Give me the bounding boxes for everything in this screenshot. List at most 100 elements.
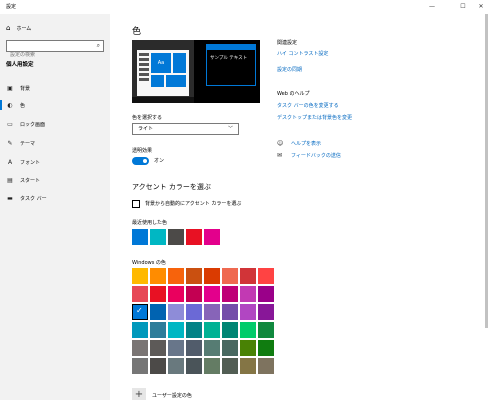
sidebar-item-themes[interactable]: ✎ テーマ: [0, 136, 110, 150]
color-swatch[interactable]: [186, 304, 202, 320]
color-swatch[interactable]: [222, 358, 238, 374]
color-swatch[interactable]: [258, 304, 274, 320]
color-swatch[interactable]: [168, 358, 184, 374]
title-bar: 設定 — ☐ ✕: [0, 0, 490, 14]
get-help-link[interactable]: ☺ ヘルプを表示: [277, 140, 321, 147]
scrollbar[interactable]: [485, 14, 488, 328]
taskbar-icon: ▬: [7, 194, 13, 202]
brush-icon: ✎: [7, 139, 13, 147]
sidebar-item-fonts[interactable]: A フォント: [0, 155, 110, 169]
sidebar-item-background[interactable]: ▣ 背景: [0, 81, 110, 95]
sync-settings-link[interactable]: 設定の同期: [277, 66, 302, 73]
color-swatch[interactable]: [186, 268, 202, 284]
search-box[interactable]: ⌕: [6, 40, 104, 60]
home-link[interactable]: ⌂ ホーム: [6, 23, 31, 33]
color-swatch[interactable]: [258, 358, 274, 374]
color-swatch[interactable]: [258, 268, 274, 284]
color-swatch[interactable]: [150, 304, 166, 320]
sidebar-item-colors[interactable]: ◐ 色: [0, 98, 110, 112]
web-help-link[interactable]: デスクトップまたは背景色を変更: [277, 114, 352, 121]
color-swatch[interactable]: [186, 322, 202, 338]
recent-color-swatch[interactable]: [186, 229, 202, 245]
recent-color-swatch[interactable]: [168, 229, 184, 245]
color-swatch[interactable]: [132, 322, 148, 338]
lock-screen-icon: ▭: [7, 120, 13, 128]
sidebar: ⌂ ホーム ⌕ 個人用設定 ▣ 背景 ◐ 色 ▭ ロック画面 ✎ テーマ A フ…: [0, 14, 110, 400]
color-swatch[interactable]: [204, 358, 220, 374]
font-icon: A: [7, 158, 13, 166]
feedback-link[interactable]: ✉ フィードバックの送信: [277, 152, 341, 159]
recent-color-swatch[interactable]: [132, 229, 148, 245]
high-contrast-link[interactable]: ハイ コントラスト設定: [277, 50, 328, 57]
color-swatch[interactable]: [132, 268, 148, 284]
color-swatch[interactable]: [204, 304, 220, 320]
sidebar-item-label: 色: [20, 102, 26, 109]
recent-color-swatch[interactable]: [150, 229, 166, 245]
sidebar-item-label: 背景: [20, 85, 31, 92]
color-swatch[interactable]: [132, 358, 148, 374]
auto-accent-checkbox[interactable]: [132, 200, 140, 208]
color-swatch[interactable]: [240, 268, 256, 284]
custom-color-button[interactable]: + ユーザー設定の色: [132, 388, 192, 400]
preview-tile: Aa: [151, 53, 171, 73]
sidebar-item-taskbar[interactable]: ▬ タスク バー: [0, 191, 110, 205]
color-swatch[interactable]: [132, 340, 148, 356]
home-label: ホーム: [16, 25, 32, 32]
color-swatch[interactable]: [240, 358, 256, 374]
color-swatch[interactable]: [240, 322, 256, 338]
color-swatch[interactable]: [222, 268, 238, 284]
related-settings-title: 関連設定: [277, 40, 298, 46]
color-swatch[interactable]: [132, 304, 148, 320]
color-swatch[interactable]: [168, 286, 184, 302]
color-swatch[interactable]: [204, 286, 220, 302]
color-swatch[interactable]: [150, 322, 166, 338]
window-title: 設定: [6, 4, 17, 10]
sidebar-item-label: フォント: [20, 159, 41, 166]
color-swatch[interactable]: [150, 286, 166, 302]
color-swatch[interactable]: [168, 322, 184, 338]
search-icon[interactable]: ⌕: [97, 42, 100, 50]
color-swatch[interactable]: [150, 340, 166, 356]
choose-color-dropdown[interactable]: ライト ﹀: [132, 123, 239, 135]
search-input[interactable]: [7, 50, 92, 60]
color-swatch[interactable]: [222, 340, 238, 356]
color-swatch[interactable]: [132, 286, 148, 302]
recent-color-swatch[interactable]: [204, 229, 220, 245]
windows-color-grid: [132, 268, 276, 374]
color-swatch[interactable]: [204, 268, 220, 284]
color-swatch[interactable]: [150, 268, 166, 284]
color-swatch[interactable]: [258, 340, 274, 356]
color-swatch[interactable]: [222, 304, 238, 320]
preview-window: サンプル テキスト: [206, 44, 256, 86]
recent-colors-label: 最近使用した色: [132, 220, 168, 226]
color-swatch[interactable]: [168, 304, 184, 320]
page-title: 色: [132, 27, 142, 37]
color-swatch[interactable]: [258, 322, 274, 338]
web-help-link[interactable]: タスク バーの色を変更する: [277, 102, 339, 109]
color-swatch[interactable]: [186, 286, 202, 302]
chevron-down-icon: ﹀: [227, 126, 233, 132]
color-swatch[interactable]: [150, 358, 166, 374]
minimize-button[interactable]: —: [423, 1, 441, 12]
color-swatch[interactable]: [240, 286, 256, 302]
transparency-toggle[interactable]: [132, 157, 149, 165]
color-swatch[interactable]: [204, 340, 220, 356]
color-swatch[interactable]: [240, 304, 256, 320]
preview-tile: [151, 75, 164, 87]
color-swatch[interactable]: [168, 340, 184, 356]
color-swatch[interactable]: [168, 268, 184, 284]
get-help-label: ヘルプを表示: [291, 141, 322, 147]
color-swatch[interactable]: [186, 340, 202, 356]
color-swatch[interactable]: [258, 286, 274, 302]
close-button[interactable]: ✕: [472, 1, 490, 12]
preview-desktop: Aa: [132, 40, 194, 103]
plus-icon: +: [132, 388, 146, 400]
sidebar-item-start[interactable]: ▤ スタート: [0, 173, 110, 187]
color-swatch[interactable]: [240, 340, 256, 356]
sidebar-item-lock-screen[interactable]: ▭ ロック画面: [0, 117, 110, 131]
color-swatch[interactable]: [204, 322, 220, 338]
color-swatch[interactable]: [186, 358, 202, 374]
maximize-button[interactable]: ☐: [454, 1, 472, 12]
color-swatch[interactable]: [222, 286, 238, 302]
color-swatch[interactable]: [222, 322, 238, 338]
